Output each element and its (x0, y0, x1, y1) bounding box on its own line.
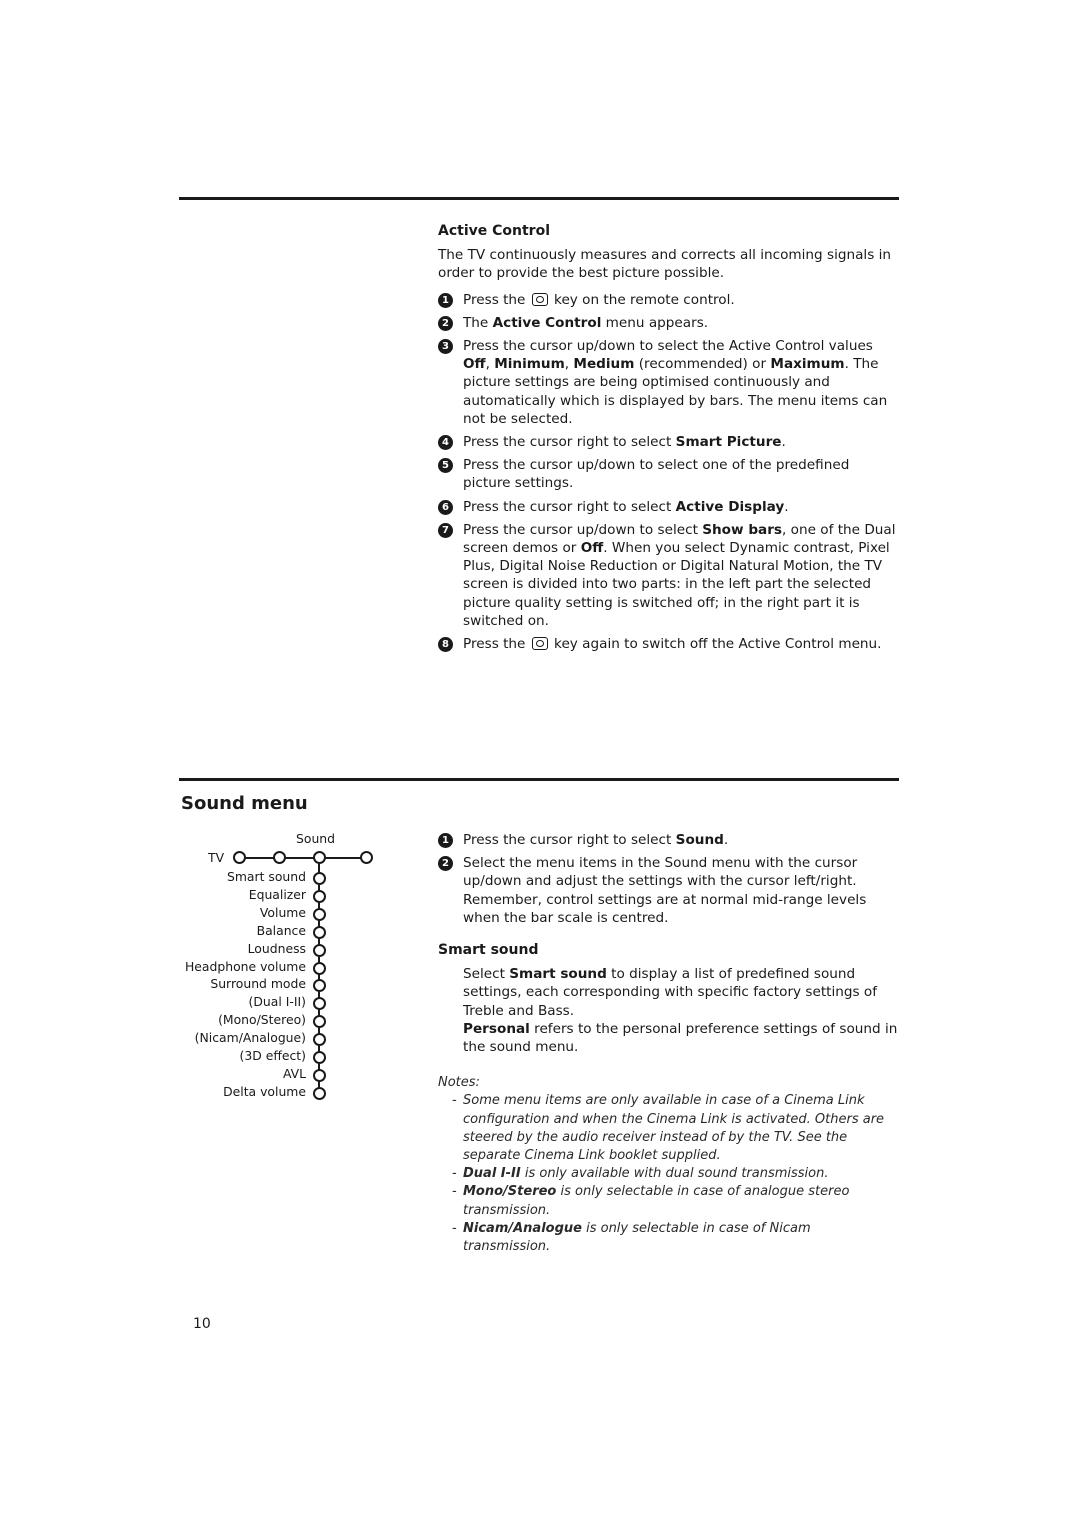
active-control-steps: 1 Press the key on the remote control. 2 Th… (438, 291, 900, 654)
diagram-item-label: Smart sound (226, 869, 306, 884)
diagram-item-node (313, 907, 326, 921)
diagram-item-node (313, 961, 326, 975)
step-item: 1 Press the key on the remote control. (438, 291, 900, 309)
bold-term: Nicam/Analogue (463, 1220, 582, 1236)
step-item: 8 Press the key again to switch off the A… (438, 635, 900, 653)
bold-term: Active Control (492, 314, 602, 331)
bold-term: Personal (463, 1020, 530, 1037)
note-item: - Mono/Stereo is only selectable in case … (452, 1184, 850, 1218)
step-number-icon: 1 (438, 292, 453, 308)
smart-sound-heading: Smart sound (438, 942, 539, 959)
diagram-item-label: (Nicam/Analogue) (194, 1030, 306, 1046)
note-dash: - (452, 1166, 457, 1182)
step-number-icon: 1 (438, 833, 453, 848)
diagram-top-label: Sound (296, 831, 336, 846)
step-number-icon: 6 (438, 499, 453, 515)
step-item: 1 Press the cursor right to select Sound. (438, 831, 900, 849)
diagram-item-label: Balance (256, 922, 306, 938)
bold-term: Off (463, 356, 486, 373)
diagram-item-node (313, 997, 326, 1011)
diagram-item-node (313, 1015, 326, 1029)
step-item: 2 Select the menu items in the Sound menu… (438, 854, 900, 927)
diagram-item-label: (Mono/Stereo) (218, 1012, 306, 1028)
bold-term: Mono/Stereo (463, 1184, 557, 1200)
sound-menu-heading: Sound menu (181, 793, 308, 814)
notes-label: Notes: (438, 1075, 480, 1091)
note-item: - Dual I-II is only available with dual s… (438, 1165, 900, 1183)
bold-term: Off (580, 540, 604, 557)
sound-divider (179, 778, 899, 781)
note-item: - Some menu items are only available in c… (452, 1093, 885, 1164)
diagram-item-node (313, 872, 326, 885)
diagram-item-node (313, 1068, 326, 1082)
sound-menu-diagram: Sound TV Smart sound Equalizer Volume Balan… (180, 828, 380, 1118)
step-number-icon: 3 (438, 339, 453, 355)
bold-term: Sound (675, 832, 724, 848)
personal-para: Personal refers to the personal preferen… (463, 1020, 898, 1056)
notes: Notes: - Some menu items are only availab… (438, 1074, 900, 1256)
bold-term: Dual I-II (463, 1166, 521, 1182)
note-item: - Nicam/Analogue is only selectable in ca… (452, 1220, 811, 1255)
diagram-node-tv (233, 851, 246, 864)
diagram-item-label: Headphone volume (184, 958, 306, 974)
diagram-item-node (313, 943, 326, 957)
diagram-item-node (313, 889, 326, 903)
note-dash: - (452, 1184, 457, 1200)
active-control-section: Active Control The TV continuously measu… (438, 222, 900, 658)
page-number: 10 (193, 1316, 211, 1332)
step-number-icon: 5 (438, 458, 453, 474)
step-number-icon: 7 (438, 522, 453, 538)
sound-steps: 1 Press the cursor right to select Sound.… (438, 831, 900, 927)
step-item: 2 The Active Control menu appears. (438, 314, 900, 332)
diagram-item-label: (Dual I-II) (248, 994, 306, 1010)
active-control-intro: The TV continuously measures and correct… (438, 247, 891, 282)
diagram-item-node (313, 979, 326, 993)
diagram-item-label: (3D effect) (239, 1048, 307, 1063)
diagram-item-label: Delta volume (223, 1083, 306, 1099)
bold-term: Medium (573, 356, 635, 373)
bold-term: Active Display (675, 498, 785, 515)
diagram-node-4 (360, 851, 373, 864)
step-item: 7 Press the cursor up/down to select Show… (438, 521, 900, 630)
step-number-icon: 2 (438, 856, 453, 872)
note-dash: - (452, 1220, 457, 1236)
diagram-item-label: Equalizer (248, 886, 306, 902)
step-number-icon: 8 (438, 637, 453, 653)
diagram-item-label: AVL (282, 1065, 306, 1081)
diagram-item-label: Surround mode (210, 976, 306, 992)
step-item: 4 Press the cursor right to select Smart … (438, 433, 900, 451)
top-divider (179, 197, 899, 200)
diagram-node-2 (273, 851, 286, 864)
diagram-item-label: Volume (259, 904, 306, 920)
smart-sound-para: Select Smart sound to display a list of … (463, 966, 878, 1019)
bold-term: Show bars (702, 521, 783, 538)
active-control-key-icon (531, 292, 548, 306)
bold-term: Minimum (494, 356, 565, 373)
sound-menu-section: 1 Press the cursor right to select Sound.… (438, 831, 900, 1256)
diagram-item-label: Loudness (247, 940, 306, 956)
bold-term: Smart sound (509, 966, 607, 983)
diagram-item-node (313, 1086, 326, 1100)
step-number-icon: 4 (438, 435, 453, 451)
bold-term: Maximum (770, 356, 845, 373)
bold-term: Smart Picture (675, 434, 782, 451)
notes-list: - Some menu items are only available in c… (438, 1092, 900, 1256)
diagram-item-node (313, 1051, 326, 1064)
step-item: 3 Press the cursor up/down to select the … (438, 337, 900, 428)
step-item: 5 Press the cursor up/down to select one … (438, 456, 900, 492)
step-number-icon: 2 (438, 315, 453, 331)
diagram-root-label: TV (208, 850, 225, 865)
step-item: 6 Press the cursor right to select Active… (438, 498, 900, 516)
active-control-heading: Active Control (438, 223, 550, 239)
smart-sound-text: Select Smart sound to display a list of … (438, 965, 900, 1056)
note-dash: - (452, 1093, 457, 1109)
diagram-top-line (238, 857, 366, 859)
diagram-item-node (313, 1033, 326, 1047)
diagram-item-node (313, 925, 326, 939)
active-control-key-icon (531, 637, 548, 651)
